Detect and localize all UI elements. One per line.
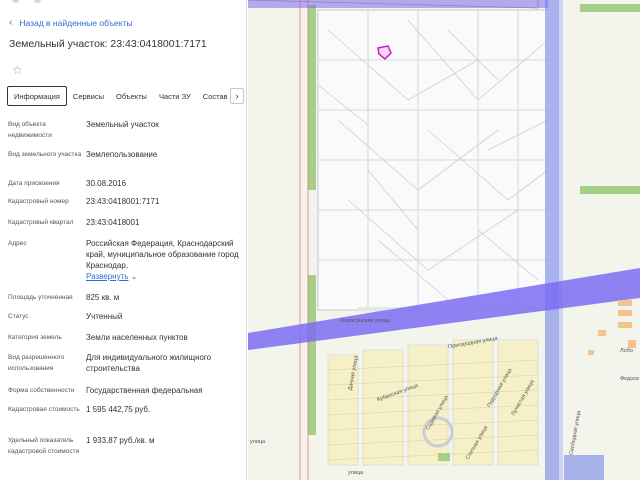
detail-value: 23:43:0418001:7171 xyxy=(86,197,160,206)
tab-bar: Информация Сервисы Объекты Части ЗУ Сост… xyxy=(7,86,234,106)
detail-value: 30.08.2016 xyxy=(86,179,127,188)
star-icon[interactable]: ☆ xyxy=(12,63,23,77)
green-strip xyxy=(580,186,640,194)
chevron-left-icon: ‹ xyxy=(9,17,13,28)
tab-objects[interactable]: Объекты xyxy=(110,86,153,106)
detail-label: Форма собственности xyxy=(8,387,75,394)
road-overlay-bottom xyxy=(564,455,604,480)
detail-value: Земельный участок xyxy=(86,120,159,129)
detail-value: 23:43:0418001 xyxy=(86,218,140,227)
green-strip xyxy=(308,275,316,435)
map-canvas xyxy=(248,0,640,480)
expand-address[interactable]: Развернуть ⌄ xyxy=(86,272,137,281)
detail-label: Вид разрешенного использования xyxy=(8,354,65,372)
detail-label: Кадастровая стоимость xyxy=(8,406,80,413)
detail-value: Государственная федеральная xyxy=(86,386,203,395)
toolbar-icon[interactable] xyxy=(12,0,19,3)
street-label: улица xyxy=(250,439,266,445)
detail-label: Кадастровый квартал xyxy=(8,219,74,226)
tab-info[interactable]: Информация xyxy=(7,86,67,106)
back-to-results-link[interactable]: ‹ Назад в найденные объекты xyxy=(9,17,133,29)
tab-services[interactable]: Сервисы xyxy=(67,86,110,106)
page-title: Земельный участок: 23:43:0418001:7171 xyxy=(9,38,207,50)
detail-label: Вид объекта недвижимости xyxy=(8,121,52,139)
detail-label: Адрес xyxy=(8,240,27,247)
green-strip xyxy=(580,4,640,12)
detail-value: 1 595 442,75 руб. xyxy=(86,405,151,414)
top-toolbar xyxy=(0,0,246,8)
info-panel: ‹ Назад в найденные объекты Земельный уч… xyxy=(0,0,247,480)
detail-label: Дата присвоения xyxy=(8,180,60,187)
street-label: Лобо xyxy=(620,348,633,354)
detail-value: Учтенный xyxy=(86,312,123,321)
park xyxy=(438,453,450,461)
street-label: Федосе xyxy=(620,376,640,382)
tab-composition[interactable]: Состав xyxy=(197,86,234,106)
detail-value: Для индивидуального жилищного строительс… xyxy=(86,353,212,373)
detail-value: 825 кв. м xyxy=(86,293,120,302)
detail-label: Вид земельного участка xyxy=(8,151,82,158)
map-view[interactable]: Карасунская улица Пригородная улица Куба… xyxy=(248,0,640,480)
street-label: улица xyxy=(348,470,364,476)
expand-link[interactable]: Развернуть xyxy=(86,272,128,281)
road-overlay-top xyxy=(248,0,548,8)
chevron-down-icon: ⌄ xyxy=(130,272,138,281)
road-overlay-vertical xyxy=(545,0,561,480)
detail-label: Статус xyxy=(8,313,29,320)
detail-value: 1 933,87 руб./кв. м xyxy=(86,436,155,445)
back-label: Назад в найденные объекты xyxy=(19,18,133,28)
road-edge xyxy=(559,0,563,480)
detail-value: Земли населенных пунктов xyxy=(86,333,188,342)
detail-label: Категория земель xyxy=(8,334,62,341)
chevron-right-icon[interactable]: › xyxy=(230,88,244,104)
address-text: Российская Федерация, Краснодарский край… xyxy=(86,239,239,270)
detail-label: Площадь уточненная xyxy=(8,294,73,301)
detail-value: Российская Федерация, Краснодарский край… xyxy=(86,238,244,282)
detail-value: Землепользование xyxy=(86,150,158,159)
detail-label: Удельный показатель кадастровой стоимост… xyxy=(8,437,80,455)
detail-label: Кадастровый номер xyxy=(8,198,69,205)
toolbar-icon[interactable] xyxy=(34,0,41,3)
tab-parts[interactable]: Части ЗУ xyxy=(153,86,197,106)
street-label: Карасунская улица xyxy=(341,318,390,324)
green-strip xyxy=(308,5,316,190)
